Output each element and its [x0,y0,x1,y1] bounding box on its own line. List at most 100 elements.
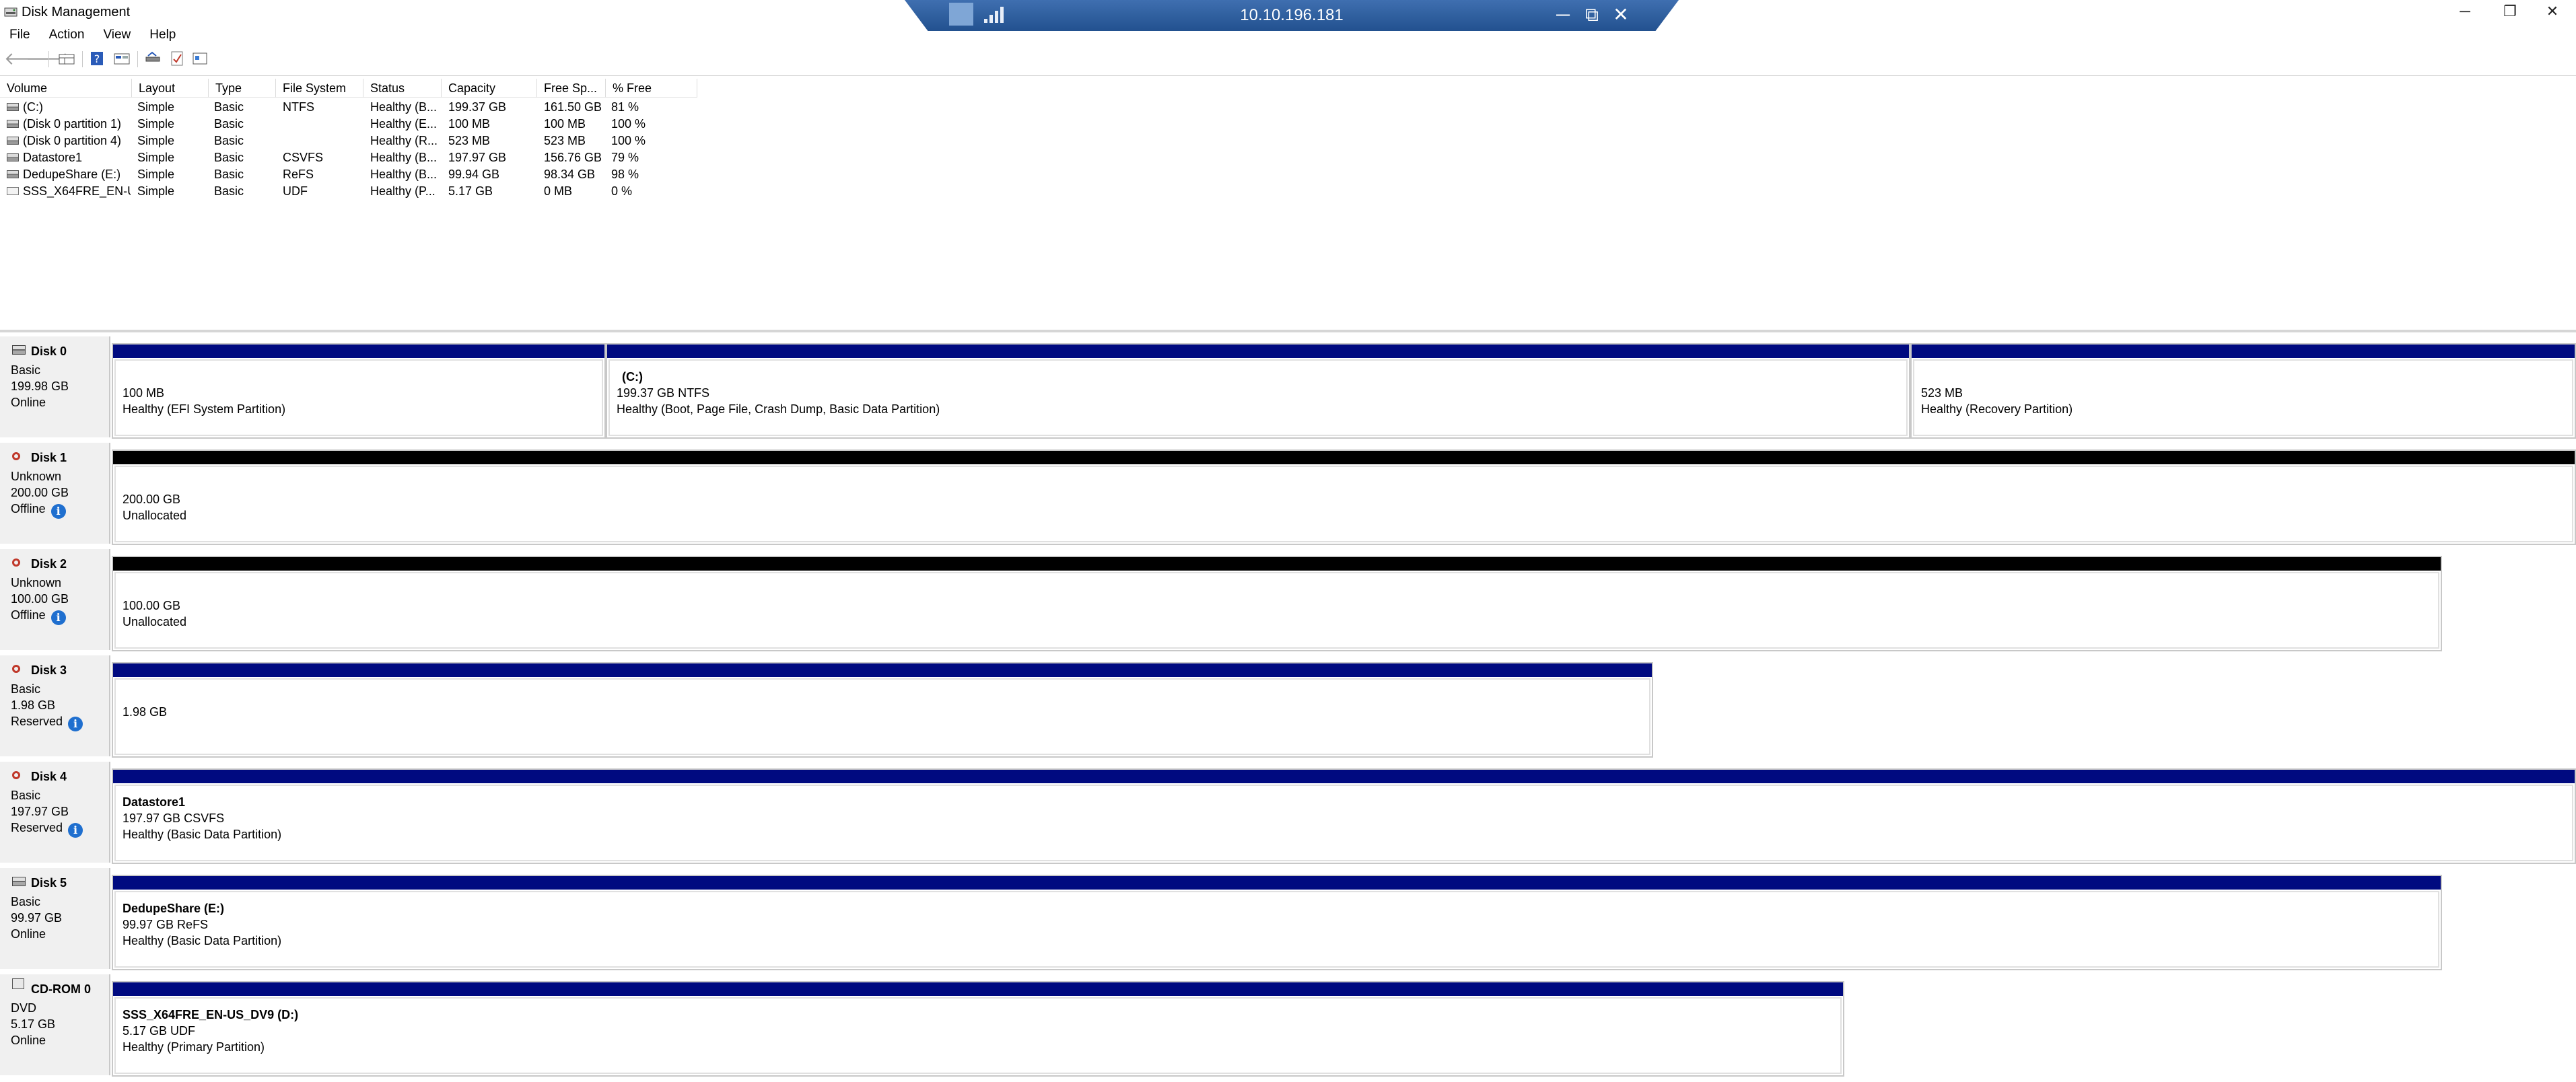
partition-bar [607,345,1909,358]
disk-row-0: Disk 0 Basic 199.98 GB Online 100 MB Hea… [0,335,2576,441]
disk-name: CD-ROM 0 [31,982,91,996]
table-row[interactable]: SSS_X64FRE_EN-U... Simple Basic UDF Heal… [0,183,700,200]
minimize-button[interactable]: ─ [2441,0,2488,24]
table-row[interactable]: (C:) Simple Basic NTFS Healthy (B... 199… [0,99,700,116]
partition-body: Datastore1 197.97 GB CSVFS Healthy (Basi… [114,785,2573,861]
partition-size: 197.97 GB CSVFS [123,812,225,825]
disk-name: Disk 1 [31,451,67,464]
disk-label[interactable]: CD-ROM 0 DVD 5.17 GB Online [0,974,110,1075]
column-header-free-space[interactable]: Free Sp... [537,79,606,98]
partition-body: 200.00 GB Unallocated [114,466,2573,542]
partition-status: Unallocated [123,509,187,522]
disk-management-icon [4,6,18,18]
partition-disk3[interactable]: 1.98 GB [112,662,1653,758]
partition-bar [113,876,2441,890]
partition-dedupeshare[interactable]: DedupeShare (E:) 99.97 GB ReFS Healthy (… [112,875,2442,970]
properties-icon[interactable] [113,50,131,67]
drive-icon [7,153,19,161]
close-button[interactable]: ✕ [2529,0,2576,24]
partition-body: DedupeShare (E:) 99.97 GB ReFS Healthy (… [114,891,2439,968]
disk-list-icon[interactable] [58,50,75,67]
cdrom-icon [12,978,24,989]
info-icon[interactable]: i [50,504,66,519]
disk-type: DVD [11,1001,37,1015]
disk-row-cdrom: CD-ROM 0 DVD 5.17 GB Online SSS_X64FRE_E… [0,973,2576,1079]
partition-size: 99.97 GB ReFS [123,918,209,931]
table-row[interactable]: DedupeShare (E:) Simple Basic ReFS Healt… [0,166,700,183]
volume-free-space: 100 MB [544,117,586,131]
column-header-capacity[interactable]: Capacity [442,79,537,98]
volume-name: SSS_X64FRE_EN-U... [23,184,131,198]
partition-body: 100 MB Healthy (EFI System Partition) [114,359,603,436]
column-header-status[interactable]: Status [363,79,442,98]
table-row[interactable]: (Disk 0 partition 4) Simple Basic Health… [0,133,700,149]
volume-free-space: 156.76 GB [544,151,602,164]
rescan-icon[interactable] [144,50,162,67]
column-header-volume[interactable]: Volume [0,79,132,98]
volume-layout: Simple [137,184,175,198]
partition-bar [113,663,1652,677]
partition-c-drive[interactable]: (C:) 199.37 GB NTFS Healthy (Boot, Page … [606,343,1910,439]
volume-status: Healthy (E... [370,117,438,131]
unallocated-space[interactable]: 200.00 GB Unallocated [112,449,2576,545]
disk-label[interactable]: Disk 4 Basic 197.97 GB Reserved i [0,762,110,863]
disk-label[interactable]: Disk 2 Unknown 100.00 GB Offline i [0,549,110,650]
partition-recovery[interactable]: 523 MB Healthy (Recovery Partition) [1910,343,2576,439]
disk-label[interactable]: Disk 0 Basic 199.98 GB Online [0,336,110,437]
disk-label[interactable]: Disk 3 Basic 1.98 GB Reserved i [0,655,110,756]
checklist-icon[interactable] [168,50,186,67]
partition-status: Healthy (EFI System Partition) [123,402,286,416]
disk-label[interactable]: Disk 1 Unknown 200.00 GB Offline i [0,443,110,544]
column-header-percent-free[interactable]: % Free [606,79,697,98]
info-icon[interactable]: i [68,823,83,838]
partition-cdrom[interactable]: SSS_X64FRE_EN-US_DV9 (D:) 5.17 GB UDF He… [112,981,1844,1077]
help-icon[interactable]: ? [89,50,106,67]
menu-action[interactable]: Action [40,24,94,46]
volume-file-system: NTFS [283,100,314,114]
disk-name: Disk 0 [31,345,67,358]
volume-capacity: 197.97 GB [448,151,507,164]
back-icon[interactable]: 🡐 [4,50,51,67]
disk-graphical-view: Disk 0 Basic 199.98 GB Online 100 MB Hea… [0,330,2576,1082]
disk-size: 1.98 GB [11,698,56,712]
partition-bar [113,451,2575,464]
unallocated-space[interactable]: 100.00 GB Unallocated [112,556,2442,651]
forward-icon[interactable]: 🡒 [26,50,73,67]
volume-type: Basic [214,117,244,131]
menu-view[interactable]: View [94,24,140,46]
reserved-disk-icon [12,665,20,673]
column-header-type[interactable]: Type [209,79,276,98]
info-icon[interactable]: i [50,610,66,625]
disk-size: 5.17 GB [11,1017,56,1031]
partition-title: (C:) [622,370,643,384]
disk-type: Unknown [11,576,62,589]
remote-close-button[interactable]: ✕ [1609,3,1633,27]
column-header-layout[interactable]: Layout [132,79,209,98]
menu-help[interactable]: Help [140,24,185,46]
info-icon[interactable]: i [68,717,83,731]
settings-icon[interactable] [191,50,209,67]
remote-restore-button[interactable]: ⧉ [1580,3,1604,27]
partition-body: 100.00 GB Unallocated [114,572,2439,649]
menu-bar: File Action View Help [0,24,185,46]
table-row[interactable]: Datastore1 Simple Basic CSVFS Healthy (B… [0,149,700,166]
disk-type: Basic [11,789,41,802]
toolbar-separator [137,51,138,67]
remote-minimize-button[interactable]: ─ [1551,3,1575,27]
volume-capacity: 100 MB [448,117,491,131]
partition-status: Healthy (Boot, Page File, Crash Dump, Ba… [617,402,940,416]
volume-name: Datastore1 [23,151,83,164]
restore-button[interactable]: ❐ [2486,0,2534,24]
volume-percent-free: 98 % [611,168,639,181]
disk-label[interactable]: Disk 5 Basic 99.97 GB Online [0,868,110,969]
column-header-file-system[interactable]: File System [276,79,363,98]
disk-size: 199.98 GB [11,380,69,393]
volume-name: (Disk 0 partition 1) [23,117,122,131]
partition-efi[interactable]: 100 MB Healthy (EFI System Partition) [112,343,606,439]
volume-percent-free: 100 % [611,117,646,131]
disk-size: 200.00 GB [11,486,69,499]
partition-size: 100.00 GB [123,599,181,612]
menu-file[interactable]: File [0,24,40,46]
table-row[interactable]: (Disk 0 partition 1) Simple Basic Health… [0,116,700,133]
partition-datastore1[interactable]: Datastore1 197.97 GB CSVFS Healthy (Basi… [112,768,2576,864]
